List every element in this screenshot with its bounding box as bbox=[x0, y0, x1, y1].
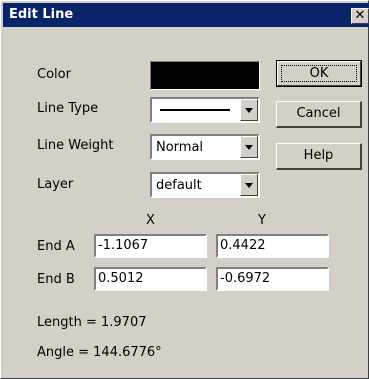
color-swatch[interactable] bbox=[150, 61, 260, 90]
layer-select[interactable]: default bbox=[150, 172, 260, 198]
line-weight-value: Normal bbox=[156, 140, 204, 155]
y-column-header: Y bbox=[258, 213, 266, 228]
close-icon: ✕ bbox=[354, 8, 366, 23]
ok-button-label: OK bbox=[281, 65, 357, 82]
line-type-label: Line Type bbox=[37, 101, 99, 116]
end-b-x-input[interactable]: 0.5012 bbox=[94, 267, 207, 291]
line-weight-dropdown-button[interactable] bbox=[240, 136, 258, 158]
color-label: Color bbox=[37, 67, 71, 82]
end-a-y-input[interactable]: 0.4422 bbox=[216, 234, 329, 258]
layer-dropdown-button[interactable] bbox=[240, 174, 258, 196]
dialog-title: Edit Line bbox=[9, 7, 74, 22]
end-b-y-input[interactable]: -0.6972 bbox=[216, 267, 329, 291]
help-button[interactable]: Help bbox=[276, 143, 362, 170]
line-type-select[interactable] bbox=[150, 97, 260, 123]
line-type-dropdown-button[interactable] bbox=[240, 99, 258, 121]
chevron-down-icon bbox=[245, 183, 253, 188]
cancel-button[interactable]: Cancel bbox=[276, 101, 362, 128]
x-column-header: X bbox=[146, 213, 155, 228]
end-b-label: End B bbox=[37, 272, 75, 287]
end-a-x-input[interactable]: -1.1067 bbox=[94, 234, 207, 258]
angle-readout: Angle = 144.6776° bbox=[37, 345, 162, 360]
chevron-down-icon bbox=[245, 145, 253, 150]
end-a-label: End A bbox=[37, 239, 75, 254]
line-weight-select[interactable]: Normal bbox=[150, 134, 260, 160]
length-readout: Length = 1.9707 bbox=[37, 315, 147, 330]
close-button[interactable]: ✕ bbox=[351, 8, 369, 24]
chevron-down-icon bbox=[245, 108, 253, 113]
layer-value: default bbox=[156, 178, 202, 193]
line-type-sample bbox=[160, 109, 230, 111]
ok-button[interactable]: OK bbox=[276, 60, 362, 87]
edit-line-dialog: Edit Line ✕ Color Line Type Line Weight … bbox=[0, 0, 369, 379]
layer-label: Layer bbox=[37, 177, 74, 192]
line-weight-label: Line Weight bbox=[37, 138, 114, 153]
title-bar[interactable]: Edit Line ✕ bbox=[3, 3, 369, 27]
